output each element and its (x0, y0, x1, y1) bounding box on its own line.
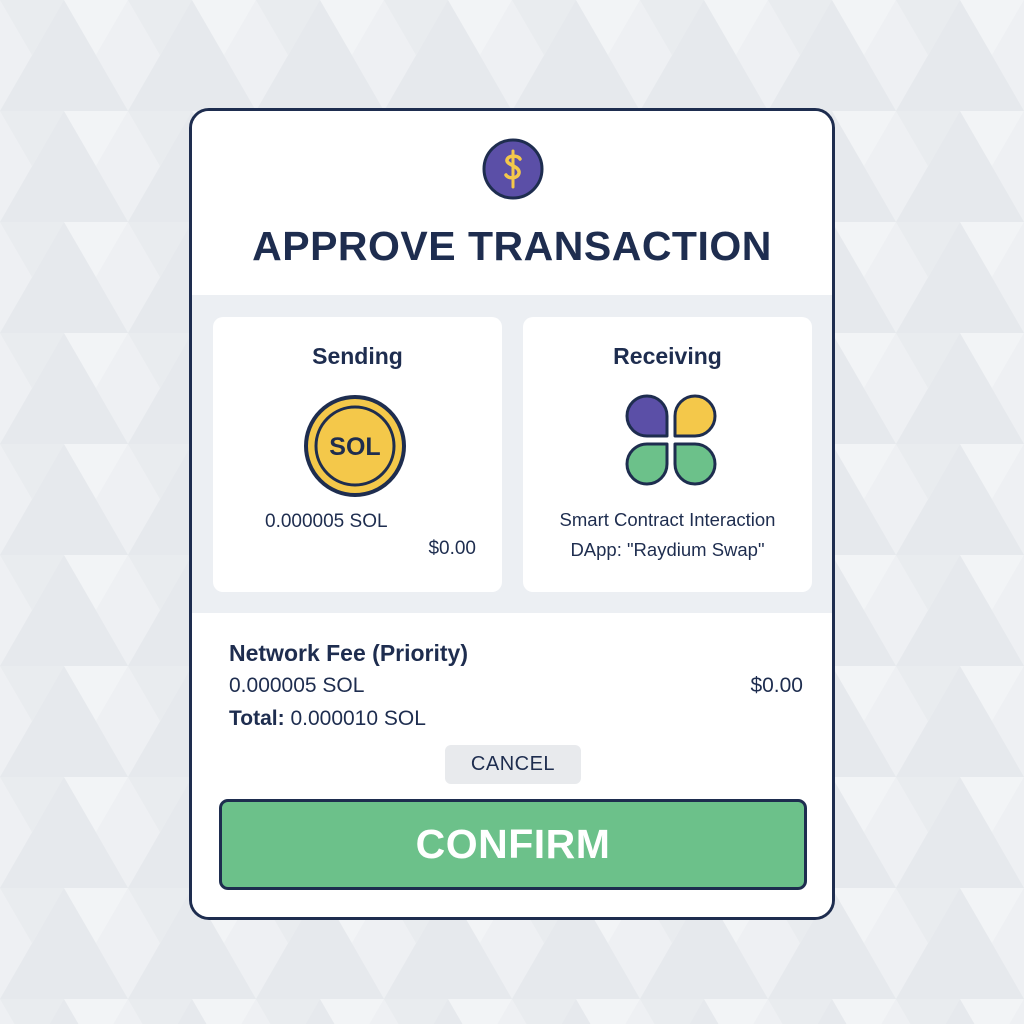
sending-amount: 0.000005 SOL (265, 511, 388, 532)
coin-label: SOL (329, 433, 380, 461)
dapp-clover-icon (625, 394, 717, 486)
transfer-panels: Sending SOL 0.000005 SOL $0.00 Receiving… (192, 295, 832, 613)
sending-usd-value: $0.00 (428, 538, 476, 559)
cancel-button[interactable]: CANCEL (445, 745, 581, 784)
sending-heading: Sending (312, 343, 403, 369)
receiving-dapp-name: DApp: "Raydium Swap" (570, 539, 765, 560)
receiving-heading: Receiving (613, 343, 722, 369)
receiving-card: Receiving Smart Contract Interaction DAp… (523, 317, 812, 592)
fee-section: Network Fee (Priority) 0.000005 SOL $0.0… (192, 613, 832, 917)
network-fee-amount: 0.000005 SOL (229, 674, 365, 697)
total-value: 0.000010 SOL (290, 707, 426, 730)
total-label: Total: (229, 707, 285, 730)
approve-transaction-dialog: APPROVE TRANSACTION Sending SOL 0.000005… (189, 108, 835, 920)
sol-coin-icon: SOL (304, 395, 406, 497)
dialog-title: APPROVE TRANSACTION (252, 223, 772, 269)
receiving-description: Smart Contract Interaction (559, 509, 776, 530)
confirm-button[interactable]: CONFIRM (219, 799, 807, 890)
dollar-coin-icon (482, 138, 544, 200)
dialog-header: APPROVE TRANSACTION (192, 111, 832, 295)
total-row: Total: 0.000010 SOL (229, 707, 426, 731)
network-fee-title: Network Fee (Priority) (229, 640, 468, 666)
network-fee-usd: $0.00 (750, 674, 803, 697)
sending-card: Sending SOL 0.000005 SOL $0.00 (213, 317, 502, 592)
